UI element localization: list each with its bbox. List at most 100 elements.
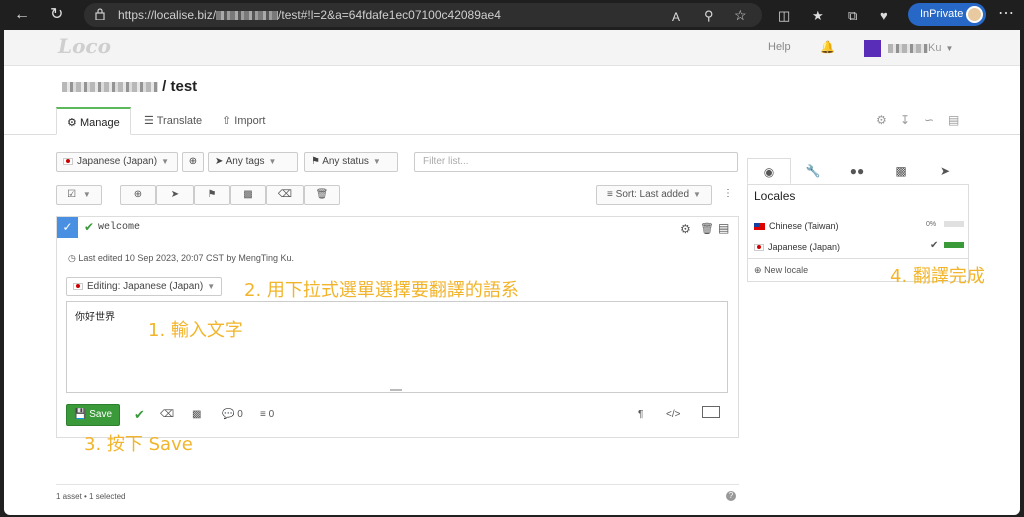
flag-icon: ⚑: [311, 156, 320, 167]
url-text: https://localise.biz//test#!l=2&a=64fdaf…: [118, 8, 501, 22]
japan-flag-icon: [73, 282, 83, 290]
bell-icon[interactable]: 🔔: [820, 40, 835, 54]
asset-id[interactable]: welcome: [98, 222, 140, 233]
user-menu[interactable]: Ku ▼: [888, 42, 953, 54]
select-all-checkbox[interactable]: ☑ ▼: [56, 185, 102, 205]
settings-icon[interactable]: ⚙: [876, 113, 887, 127]
eraser-icon[interactable]: ⌫: [160, 409, 174, 420]
asset-checkbox[interactable]: ✓: [57, 217, 78, 238]
lock-icon: [95, 8, 105, 20]
tab-users[interactable]: ●●: [835, 158, 879, 184]
resize-handle[interactable]: [390, 389, 402, 391]
redacted-project-name: [62, 82, 158, 93]
wrench-icon: 🔧: [805, 164, 821, 178]
redacted-url-part: [216, 11, 279, 21]
globe-icon: ◉: [763, 165, 775, 179]
pilcrow-button[interactable]: ¶: [638, 409, 643, 420]
plus-circle-icon: ⊕: [754, 265, 762, 275]
footer-divider: [56, 484, 739, 485]
locale-progress-bar-zh-tw: [944, 221, 964, 227]
back-icon[interactable]: ←: [14, 5, 30, 25]
robot-icon: ▩: [895, 164, 907, 178]
asset-delete-icon[interactable]: 🗑: [700, 222, 714, 235]
favorites-icon[interactable]: ★: [812, 6, 824, 26]
editing-locale-dropdown[interactable]: Editing: Japanese (Japan) ▼: [66, 277, 223, 296]
more-menu-icon[interactable]: ⋯: [998, 4, 1014, 24]
last-edited-meta: ◷ Last edited 10 Sep 2023, 20:07 CST by …: [68, 253, 295, 263]
translated-check-icon: ✔: [84, 220, 95, 234]
new-locale-link[interactable]: ⊕ New locale: [754, 265, 808, 276]
help-question-icon[interactable]: ?: [726, 491, 736, 501]
favorite-star-icon[interactable]: ☆: [734, 5, 747, 25]
locale-item-zh-tw[interactable]: Chinese (Taiwan): [754, 221, 839, 231]
filter-list-input[interactable]: Filter list...: [414, 152, 738, 172]
kebab-menu-icon[interactable]: ⋮: [718, 185, 738, 205]
tab-translate[interactable]: ☰ Translate: [134, 107, 212, 135]
collections-icon[interactable]: ⧉: [848, 6, 857, 26]
annotation-step-1: 1. 輸入文字: [148, 320, 243, 341]
flag-button[interactable]: ⚑: [194, 185, 230, 205]
tab-robot[interactable]: ▩: [879, 158, 923, 184]
translation-textarea[interactable]: 你好世界: [66, 301, 728, 393]
locales-heading: Locales: [754, 189, 796, 203]
taiwan-flag-icon: [754, 223, 765, 231]
tag-icon: ➤: [215, 156, 224, 167]
locale-progress-bar-ja-jp: [944, 242, 964, 248]
add-filter-button[interactable]: ⊕: [182, 152, 204, 172]
japan-flag-icon: [63, 157, 73, 165]
tags-filter-dropdown[interactable]: ➤ Any tags ▼: [208, 152, 298, 172]
cogs-icon: ⚙: [67, 117, 77, 129]
eraser-button[interactable]: ⌫: [266, 185, 304, 205]
translate-icon: ☰: [144, 115, 154, 127]
browser-essentials-icon[interactable]: ♥: [880, 6, 888, 26]
selection-status: 1 asset • 1 selected: [56, 492, 126, 501]
annotation-step-2: 2. 用下拉式選單選擇要翻譯的語系: [244, 280, 519, 301]
breadcrumb: / test: [62, 78, 197, 95]
download-icon[interactable]: ↧: [900, 113, 910, 127]
layers-icon[interactable]: ≡ 0: [260, 409, 274, 420]
asset-settings-icon[interactable]: ⚙: [680, 222, 691, 236]
clock-icon: ◷: [68, 253, 76, 263]
page-title: / test: [162, 78, 198, 95]
redacted-username: [888, 43, 928, 53]
comments-icon[interactable]: 💬 0: [222, 409, 243, 420]
help-link[interactable]: Help: [768, 41, 791, 53]
split-screen-icon[interactable]: ◫: [778, 6, 790, 26]
tab-globe[interactable]: ◉: [747, 158, 791, 184]
panel-divider: [748, 258, 968, 259]
robot-icon[interactable]: ▩: [192, 409, 201, 420]
code-view-button[interactable]: </>: [666, 409, 680, 420]
fullscreen-button[interactable]: [702, 406, 720, 418]
rss-icon[interactable]: ∽: [924, 113, 934, 127]
save-button[interactable]: 💾 Save: [66, 404, 120, 426]
tab-import[interactable]: ⇧ Import: [212, 107, 275, 135]
read-aloud-icon[interactable]: A: [672, 7, 680, 27]
user-avatar[interactable]: [864, 40, 881, 57]
locale-item-ja-jp[interactable]: Japanese (Japan): [754, 242, 840, 252]
inprivate-badge[interactable]: InPrivate: [908, 3, 986, 26]
sort-icon: ≡: [607, 189, 613, 200]
status-filter-dropdown[interactable]: ⚑ Any status ▼: [304, 152, 398, 172]
tab-tools[interactable]: 🔧: [791, 158, 835, 184]
tag-button[interactable]: ➤: [156, 185, 194, 205]
robot-button[interactable]: ▩: [230, 185, 266, 205]
locale-filter-dropdown[interactable]: Japanese (Japan) ▼: [56, 152, 178, 172]
japan-flag-icon: [754, 244, 764, 252]
tab-manage[interactable]: ⚙ Manage: [56, 107, 131, 135]
stats-icon[interactable]: ▤: [948, 113, 959, 127]
users-icon: ●●: [849, 164, 865, 178]
asset-stats-icon[interactable]: ▤: [718, 221, 729, 235]
profile-avatar: [966, 6, 983, 23]
annotation-step-4: 4. 翻譯完成: [890, 266, 985, 287]
add-asset-button[interactable]: ⊕: [120, 185, 156, 205]
annotation-step-3: 3. 按下 Save: [84, 434, 193, 455]
locale-progress-label: 0%: [926, 221, 937, 228]
logo[interactable]: Loco: [58, 34, 111, 58]
upload-icon: ⇧: [222, 115, 232, 127]
sort-dropdown[interactable]: ≡ Sort: Last added ▼: [596, 185, 712, 205]
tab-tags[interactable]: ➤: [923, 158, 967, 184]
zoom-icon[interactable]: ⚲: [704, 6, 714, 26]
approve-check-icon[interactable]: ✔: [134, 407, 145, 423]
reload-icon[interactable]: ↻: [50, 5, 63, 25]
delete-button[interactable]: 🗑: [304, 185, 340, 205]
